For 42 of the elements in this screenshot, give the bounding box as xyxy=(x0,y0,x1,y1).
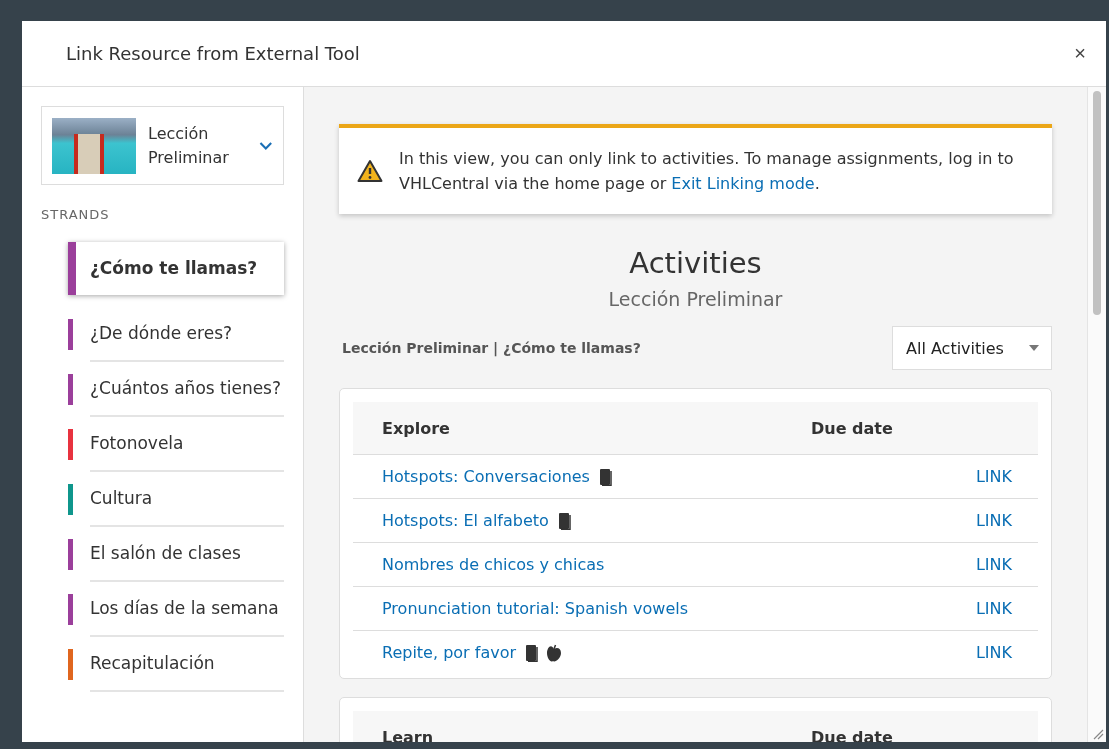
link-action[interactable]: LINK xyxy=(975,599,1012,618)
filter-dropdown[interactable]: All Activities xyxy=(892,326,1052,370)
activity-link[interactable]: Repite, por favor xyxy=(382,643,516,662)
column-header: Due date xyxy=(811,418,894,438)
link-action[interactable]: LINK xyxy=(975,555,1012,574)
book-icon xyxy=(556,511,573,530)
column-header: Explore xyxy=(382,418,451,438)
link-action[interactable]: LINK xyxy=(975,511,1012,530)
resize-grip-icon[interactable] xyxy=(1093,729,1104,740)
activity-link[interactable]: Hotspots: Conversaciones xyxy=(382,467,590,486)
warning-icon xyxy=(357,159,383,183)
scrollbar-thumb[interactable] xyxy=(1093,91,1101,315)
activity-link[interactable]: Pronunciation tutorial: Spanish vowels xyxy=(382,599,689,618)
strand-item[interactable]: Los días de la semana xyxy=(68,582,284,637)
breadcrumb: Lección Preliminar | ¿Cómo te llamas? xyxy=(342,340,641,356)
book-icon xyxy=(597,467,614,486)
strand-item[interactable]: ¿De dónde eres? xyxy=(68,307,284,362)
notice-text: In this view, you can only link to activities. To manage assignments, log in to VHLCentral via the home page or Exit Linking mode. xyxy=(399,148,1015,195)
strand-item[interactable]: ¿Cómo te llamas? xyxy=(68,242,284,295)
link-action[interactable]: LINK xyxy=(975,643,1012,662)
section-heading: STRANDS xyxy=(41,207,111,222)
lesson-dropdown[interactable]: Lección Preliminar xyxy=(41,106,284,185)
apple-icon xyxy=(546,643,562,662)
page-heading: Activities xyxy=(628,246,763,280)
strand-item[interactable]: El salón de clases xyxy=(68,527,284,582)
dialog-title: Link Resource from External Tool xyxy=(66,43,360,64)
strand-item[interactable]: ¿Cuántos años tienes? xyxy=(68,362,284,417)
page-subheading: Lección Preliminar xyxy=(607,288,784,310)
column-header: Learn xyxy=(382,727,435,742)
strand-item[interactable]: Fotonovela xyxy=(68,417,284,472)
exit-linking-link[interactable]: Exit Linking mode xyxy=(671,174,815,193)
activity-link[interactable]: Nombres de chicos y chicas xyxy=(382,555,605,574)
link-action[interactable]: LINK xyxy=(975,467,1012,486)
activity-link[interactable]: Hotspots: El alfabeto xyxy=(382,511,549,530)
book-icon xyxy=(524,643,540,662)
strand-item[interactable]: Cultura xyxy=(68,472,284,527)
strand-item[interactable]: Recapitulación xyxy=(68,637,284,692)
column-header: Due date xyxy=(811,727,894,742)
scrollbar[interactable] xyxy=(1087,87,1106,742)
close-button[interactable]: × xyxy=(1070,42,1090,65)
caret-icon xyxy=(1029,345,1039,351)
chevron-down-icon xyxy=(259,140,273,151)
